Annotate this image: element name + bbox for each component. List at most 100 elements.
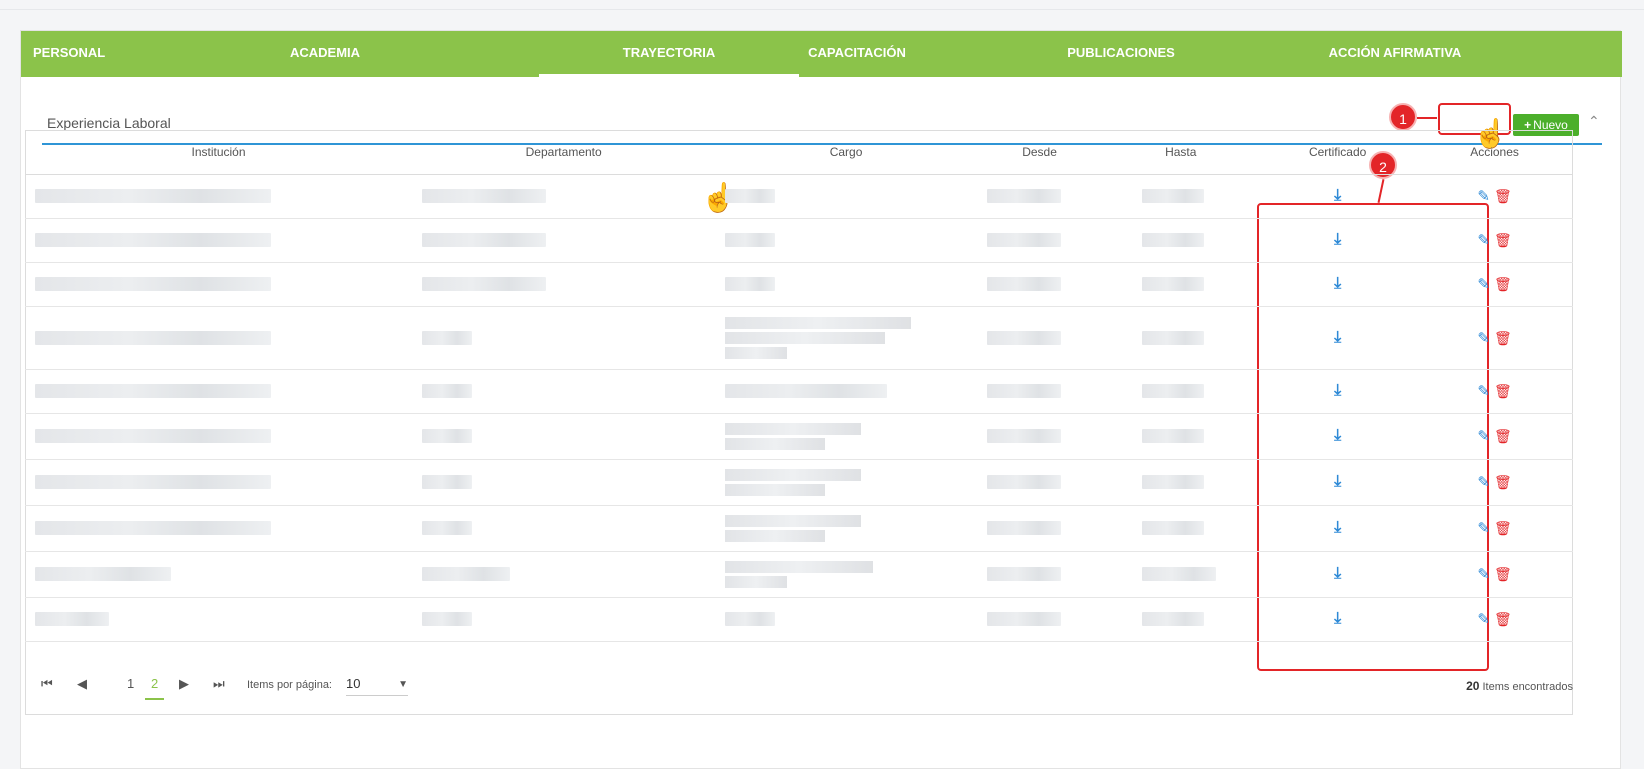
items-found-count: 20 Items encontrados (1466, 679, 1573, 693)
download-icon[interactable]: ⤓ (1334, 565, 1341, 582)
cell-redacted (412, 597, 716, 642)
cell-acciones: ✎ 🗑 (1416, 369, 1573, 414)
cell-redacted (1102, 174, 1260, 219)
edit-icon[interactable]: ✎ (1477, 330, 1490, 347)
download-icon[interactable]: ⤓ (1334, 187, 1341, 204)
cell-acciones: ✎ 🗑 (1416, 218, 1573, 263)
cell-certificado: ⤓ (1259, 551, 1417, 598)
cell-redacted (976, 597, 1103, 642)
cell-redacted (25, 218, 412, 263)
cell-redacted (1102, 306, 1260, 370)
cell-redacted (715, 413, 977, 460)
download-icon[interactable]: ⤓ (1334, 473, 1341, 490)
next-page-icon[interactable]: ▶ (179, 676, 189, 692)
trash-icon[interactable]: 🗑 (1494, 188, 1512, 204)
annotation-arrow-1 (1417, 117, 1437, 119)
download-icon[interactable]: ⤓ (1334, 329, 1341, 346)
table-row: ⤓ ✎ 🗑 (25, 262, 1573, 307)
cell-redacted (715, 459, 977, 506)
cell-redacted (1102, 459, 1260, 506)
trash-icon[interactable]: 🗑 (1494, 276, 1512, 292)
pagination-bar: ⏮ ◀ 1 2 ▶ ⏭ Items por página: 10 ▼ 20 It… (25, 646, 1573, 715)
download-icon[interactable]: ⤓ (1334, 382, 1341, 399)
page-2-link[interactable]: 2 (144, 676, 165, 700)
cell-certificado: ⤓ (1259, 218, 1417, 263)
cell-redacted (976, 174, 1103, 219)
cell-redacted (412, 174, 716, 219)
chevron-up-icon[interactable]: ⌃ (1588, 113, 1600, 130)
top-bar (0, 0, 1644, 10)
cell-redacted (976, 218, 1103, 263)
col-institucion[interactable]: Institución (25, 130, 412, 175)
cell-redacted (976, 306, 1103, 370)
cell-acciones: ✎ 🗑 (1416, 505, 1573, 552)
tab-accion-afirmativa[interactable]: ACCIÓN AFIRMATIVA (1321, 31, 1469, 77)
trash-icon[interactable]: 🗑 (1494, 474, 1512, 490)
page-1-link[interactable]: 1 (127, 676, 134, 691)
cell-redacted (25, 551, 412, 598)
table-row: ⤓ ✎ 🗑 (25, 551, 1573, 598)
trash-icon[interactable]: 🗑 (1494, 232, 1512, 248)
edit-icon[interactable]: ✎ (1477, 232, 1490, 249)
table-header-row: Institución Departamento Cargo Desde Has… (25, 130, 1573, 175)
prev-page-icon[interactable]: ◀ (77, 676, 87, 692)
cell-acciones: ✎ 🗑 (1416, 262, 1573, 307)
col-departamento[interactable]: Departamento (412, 130, 716, 175)
edit-icon[interactable]: ✎ (1477, 611, 1490, 628)
download-icon[interactable]: ⤓ (1334, 519, 1341, 536)
chevron-down-icon: ▼ (398, 679, 408, 690)
trash-icon[interactable]: 🗑 (1494, 566, 1512, 582)
table-row: ⤓ ✎ 🗑 (25, 369, 1573, 414)
cell-redacted (715, 369, 977, 414)
edit-icon[interactable]: ✎ (1477, 188, 1490, 205)
cell-redacted (1102, 597, 1260, 642)
table-row: ⤓ ✎ 🗑 (25, 413, 1573, 460)
cell-acciones: ✎ 🗑 (1416, 597, 1573, 642)
edit-icon[interactable]: ✎ (1477, 383, 1490, 400)
page-size-select[interactable]: 10 ▼ (346, 676, 408, 696)
tab-personal[interactable]: PERSONAL (33, 31, 105, 77)
col-hasta[interactable]: Hasta (1102, 130, 1260, 175)
items-per-page-label: Items por página: (247, 679, 332, 691)
trash-icon[interactable]: 🗑 (1494, 330, 1512, 346)
cell-certificado: ⤓ (1259, 369, 1417, 414)
section-title: Experiencia Laboral (47, 115, 171, 131)
cell-redacted (715, 505, 977, 552)
trash-icon[interactable]: 🗑 (1494, 611, 1512, 627)
tab-trayectoria[interactable]: TRAYECTORIA (539, 31, 799, 77)
download-icon[interactable]: ⤓ (1334, 275, 1341, 292)
cell-redacted (976, 551, 1103, 598)
col-acciones[interactable]: Acciones (1416, 130, 1573, 175)
download-icon[interactable]: ⤓ (1334, 427, 1341, 444)
cell-certificado: ⤓ (1259, 505, 1417, 552)
edit-icon[interactable]: ✎ (1477, 474, 1490, 491)
page-size-value: 10 (346, 676, 361, 691)
edit-icon[interactable]: ✎ (1477, 566, 1490, 583)
edit-icon[interactable]: ✎ (1477, 520, 1490, 537)
col-certificado[interactable]: Certificado (1259, 130, 1417, 175)
total-count: 20 (1466, 679, 1480, 693)
tab-capacitacion[interactable]: CAPACITACIÓN (806, 31, 908, 77)
download-icon[interactable]: ⤓ (1334, 610, 1341, 627)
edit-icon[interactable]: ✎ (1477, 276, 1490, 293)
cell-redacted (715, 218, 977, 263)
cell-redacted (25, 369, 412, 414)
download-icon[interactable]: ⤓ (1334, 231, 1341, 248)
cell-acciones: ✎ 🗑 (1416, 413, 1573, 460)
trash-icon[interactable]: 🗑 (1494, 520, 1512, 536)
trash-icon[interactable]: 🗑 (1494, 383, 1512, 399)
cell-acciones: ✎ 🗑 (1416, 174, 1573, 219)
trash-icon[interactable]: 🗑 (1494, 428, 1512, 444)
annotation-badge-1: 1 (1389, 103, 1417, 131)
cell-certificado: ⤓ (1259, 597, 1417, 642)
first-page-icon[interactable]: ⏮ (41, 676, 53, 692)
cell-redacted (412, 505, 716, 552)
tab-academia[interactable]: ACADEMIA (285, 31, 365, 77)
cell-redacted (25, 262, 412, 307)
col-cargo[interactable]: Cargo (715, 130, 977, 175)
col-desde[interactable]: Desde (976, 130, 1103, 175)
edit-icon[interactable]: ✎ (1477, 428, 1490, 445)
tab-publicaciones[interactable]: PUBLICACIONES (1066, 31, 1176, 77)
last-page-icon[interactable]: ⏭ (213, 676, 225, 692)
cell-redacted (412, 306, 716, 370)
